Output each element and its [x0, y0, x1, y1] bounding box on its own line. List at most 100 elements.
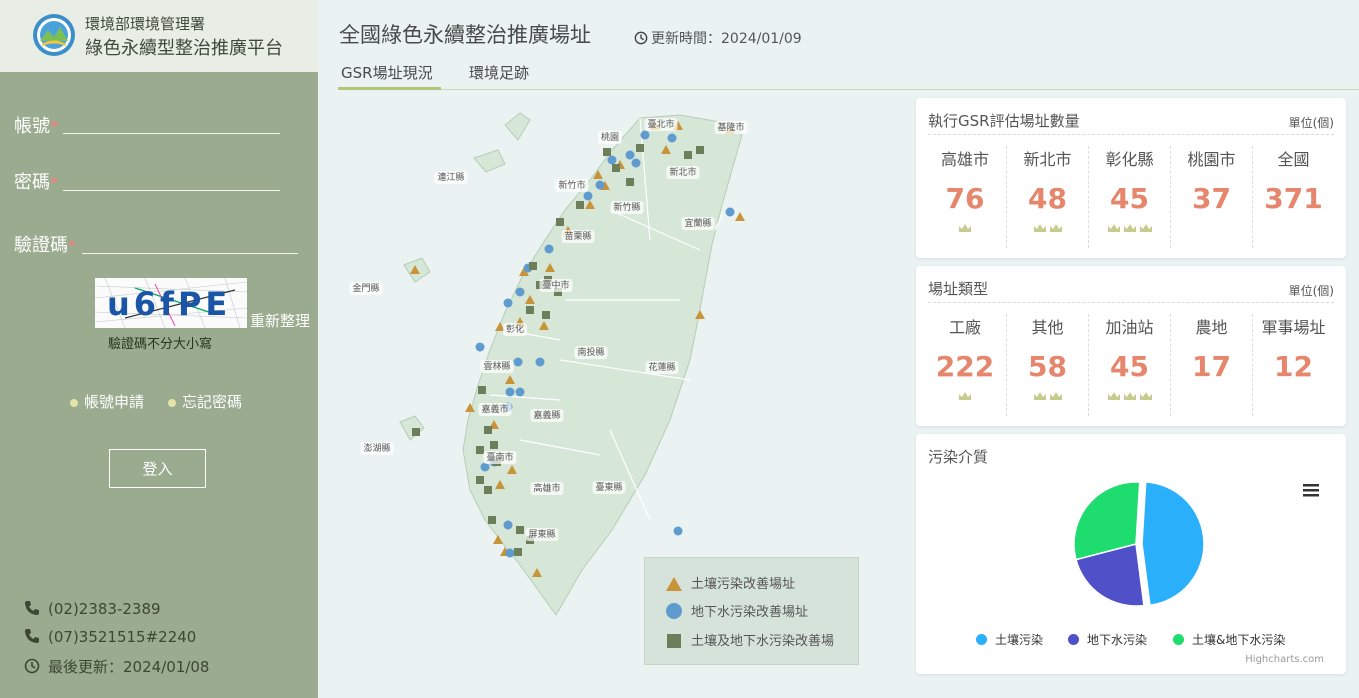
crown-icon: [1107, 224, 1120, 232]
captcha-image: u6fPE: [95, 278, 247, 328]
clock-icon: [24, 658, 40, 674]
county-label: 南投縣: [577, 346, 604, 358]
soil-groundwater-site-marker[interactable]: [576, 201, 584, 209]
soil-groundwater-site-marker[interactable]: [484, 426, 492, 434]
crown-rating: [1007, 218, 1088, 248]
soil-groundwater-site-marker[interactable]: [488, 516, 496, 524]
pie-slice-0[interactable]: [1141, 481, 1205, 607]
captcha-refresh-link[interactable]: 重新整理: [250, 310, 310, 331]
login-button[interactable]: 登入: [109, 449, 206, 488]
county-label: 臺北市: [647, 118, 674, 130]
county-label: 桃園: [601, 131, 619, 143]
password-input[interactable]: [63, 190, 280, 191]
county-label: 苗栗縣: [564, 231, 591, 242]
groundwater-site-marker[interactable]: [503, 520, 513, 530]
county-label: 宜蘭縣: [684, 217, 711, 229]
groundwater-site-marker[interactable]: [725, 207, 735, 217]
crown-rating: [1253, 386, 1334, 416]
soil-groundwater-site-marker[interactable]: [484, 486, 492, 494]
chart-credit[interactable]: Highcharts.com: [1245, 654, 1324, 665]
groundwater-site-marker[interactable]: [673, 526, 683, 536]
soil-groundwater-site-marker[interactable]: [412, 428, 420, 436]
password-label: 密碼*: [14, 172, 58, 193]
tab-gsr-status[interactable]: GSR場址現況: [341, 62, 433, 83]
crown-icon: [1123, 392, 1136, 400]
groundwater-site-marker[interactable]: [515, 387, 525, 397]
crown-rating: [924, 386, 1006, 416]
soil-groundwater-site-marker[interactable]: [490, 441, 498, 449]
stat-label: 軍事場址: [1261, 318, 1326, 337]
stat-value: 222: [935, 350, 995, 383]
groundwater-site-marker[interactable]: [475, 342, 485, 352]
soil-groundwater-site-marker[interactable]: [626, 178, 634, 186]
groundwater-site-marker[interactable]: [667, 133, 677, 143]
soil-groundwater-site-marker[interactable]: [529, 262, 537, 270]
soil-groundwater-site-marker[interactable]: [476, 446, 484, 454]
stat-value: 58: [1028, 350, 1067, 383]
pie-legend-groundwater[interactable]: 地下水污染: [1068, 631, 1147, 648]
groundwater-site-marker[interactable]: [631, 158, 641, 168]
captcha-input[interactable]: [82, 253, 298, 254]
apply-account-link[interactable]: 帳號申請: [70, 391, 144, 412]
crown-rating: [1171, 386, 1252, 416]
county-label: 臺中市: [542, 279, 569, 291]
stat-value: 45: [1110, 182, 1149, 215]
circle-icon: [666, 603, 682, 619]
stat-value: 12: [1274, 350, 1313, 383]
groundwater-site-marker[interactable]: [640, 130, 650, 140]
groundwater-site-marker[interactable]: [513, 357, 523, 367]
groundwater-site-marker[interactable]: [595, 180, 605, 190]
stat-2: 彰化縣 45: [1088, 146, 1170, 248]
soil-groundwater-site-marker[interactable]: [696, 146, 704, 154]
crown-rating: [1007, 386, 1088, 416]
pie-legend-soil[interactable]: 土壤污染: [976, 631, 1043, 648]
soil-groundwater-site-marker[interactable]: [556, 218, 564, 226]
soil-groundwater-site-marker[interactable]: [542, 311, 550, 319]
crown-rating: [1253, 218, 1334, 248]
stat-label: 高雄市: [940, 150, 989, 169]
crown-icon: [1033, 224, 1046, 232]
soil-groundwater-site-marker[interactable]: [684, 151, 692, 159]
groundwater-site-marker[interactable]: [583, 191, 593, 201]
groundwater-site-marker[interactable]: [544, 244, 554, 254]
pie-legend-soil-groundwater[interactable]: 土壤&地下水污染: [1173, 631, 1285, 648]
agency-name: 環境部環境管理署: [85, 15, 206, 33]
soil-groundwater-site-marker[interactable]: [516, 526, 524, 534]
groundwater-site-marker[interactable]: [535, 357, 545, 367]
groundwater-site-marker[interactable]: [607, 155, 617, 165]
groundwater-site-marker[interactable]: [625, 150, 635, 160]
soil-groundwater-site-marker[interactable]: [636, 144, 644, 152]
captcha-text: u6fPE: [107, 285, 231, 323]
triangle-icon: [666, 577, 682, 591]
county-label: 嘉義縣: [533, 409, 560, 421]
update-time: 更新時間：2024/01/09: [634, 28, 802, 48]
soil-groundwater-site-marker[interactable]: [514, 548, 522, 556]
soil-groundwater-site-marker[interactable]: [612, 164, 620, 172]
account-input[interactable]: [63, 133, 280, 134]
groundwater-site-marker[interactable]: [505, 387, 515, 397]
county-label: 彰化: [506, 323, 524, 335]
phone-icon: [25, 629, 39, 643]
soil-groundwater-site-marker[interactable]: [526, 306, 534, 314]
tab-environmental-footprint[interactable]: 環境足跡: [469, 62, 529, 83]
stat-value: 76: [945, 182, 985, 215]
soil-groundwater-site-marker[interactable]: [476, 476, 484, 484]
contact-phone-1: (02)2383-2389: [24, 600, 161, 618]
groundwater-site-marker[interactable]: [515, 287, 525, 297]
card-unit: 單位(個): [1288, 284, 1334, 298]
sidebar: 環境部環境管理署 綠色永續型整治推廣平台 帳號* 密碼* 驗證碼* u6fPE …: [0, 0, 318, 698]
brand-header: 環境部環境管理署 綠色永續型整治推廣平台: [0, 0, 318, 72]
soil-groundwater-site-marker[interactable]: [603, 148, 611, 156]
crown-icon: [1049, 224, 1062, 232]
groundwater-site-marker[interactable]: [503, 298, 513, 308]
soil-site-marker[interactable]: [735, 212, 745, 221]
groundwater-site-marker[interactable]: [505, 548, 515, 558]
crown-rating: [1089, 218, 1170, 248]
forgot-password-link[interactable]: 忘記密碼: [168, 391, 242, 412]
clock-icon: [634, 31, 648, 45]
soil-groundwater-site-marker[interactable]: [478, 386, 486, 394]
county-label: 新竹縣: [613, 201, 640, 213]
account-label: 帳號*: [14, 116, 58, 137]
county-label: 屏東縣: [528, 528, 555, 540]
phone-icon: [25, 601, 39, 615]
